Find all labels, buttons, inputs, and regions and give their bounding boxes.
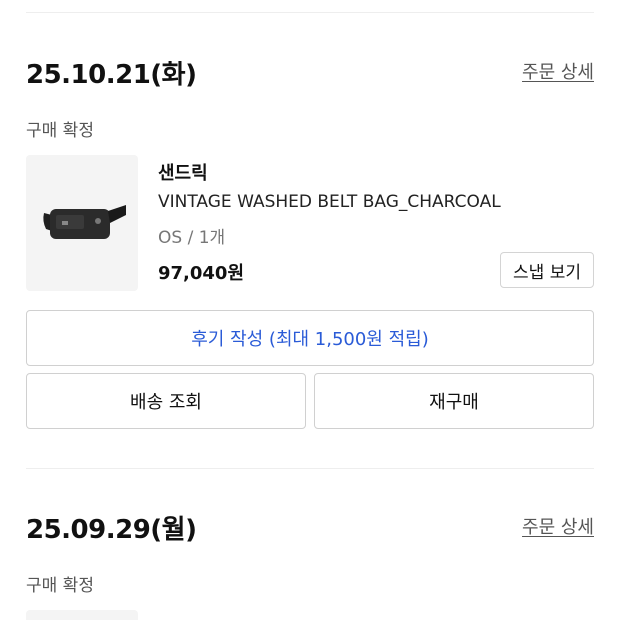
- product-thumbnail[interactable]: [26, 155, 138, 291]
- order-detail-link[interactable]: 주문 상세: [522, 58, 594, 84]
- product-brand: 샌드릭: [158, 163, 208, 184]
- order-date: 25.10.21(화): [26, 60, 197, 90]
- write-review-button[interactable]: 후기 작성 (최대 1,500원 적립): [26, 310, 594, 366]
- product-option: OS / 1개: [158, 228, 226, 248]
- top-divider: [26, 12, 594, 13]
- product-thumbnail[interactable]: [26, 610, 138, 620]
- order-divider: [26, 468, 594, 469]
- snap-view-button[interactable]: 스냅 보기: [500, 252, 594, 288]
- belt-bag-image: [43, 205, 126, 239]
- order-status: 구매 확정: [26, 576, 94, 596]
- product-price: 97,040원: [158, 263, 245, 284]
- product-name[interactable]: VINTAGE WASHED BELT BAG_CHARCOAL: [158, 192, 501, 212]
- order-status: 구매 확정: [26, 121, 94, 141]
- order-date: 25.09.29(월): [26, 515, 197, 545]
- order-detail-link[interactable]: 주문 상세: [522, 513, 594, 539]
- rebuy-button[interactable]: 재구매: [314, 373, 594, 429]
- track-shipping-button[interactable]: 배송 조회: [26, 373, 306, 429]
